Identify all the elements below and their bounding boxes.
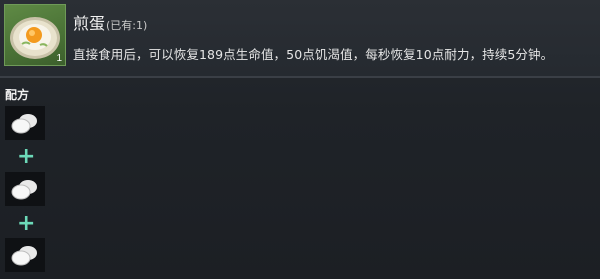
item-description: 直接食用后，可以恢复189点生命值，50点饥渴值，每秒恢复10点耐力，持续5分钟… — [73, 47, 554, 62]
plus-separator: + — [17, 211, 36, 236]
egg-icon — [11, 180, 37, 200]
recipe-label: 配方 — [5, 88, 30, 102]
item-count: 1 — [56, 53, 62, 64]
divider — [0, 76, 600, 78]
plus-separator: + — [17, 144, 36, 169]
item-header: 1 煎蛋(已有:1) 直接食用后，可以恢复189点生命值，50点饥渴值，每秒恢复… — [0, 0, 600, 76]
egg-icon — [11, 246, 37, 266]
item-icon-slot[interactable]: 1 — [4, 4, 66, 66]
item-detail-panel: 1 煎蛋(已有:1) 直接食用后，可以恢复189点生命值，50点饥渴值，每秒恢复… — [0, 0, 600, 279]
fried-egg-plate-icon — [10, 17, 60, 59]
ingredient-slot[interactable] — [5, 106, 45, 140]
item-name: 煎蛋 — [73, 14, 106, 33]
egg-icon — [11, 114, 37, 134]
ingredient-slot[interactable] — [5, 172, 45, 206]
owned-count: (已有:1) — [106, 19, 148, 32]
item-title: 煎蛋(已有:1) — [73, 10, 147, 34]
ingredient-slot[interactable] — [5, 238, 45, 272]
